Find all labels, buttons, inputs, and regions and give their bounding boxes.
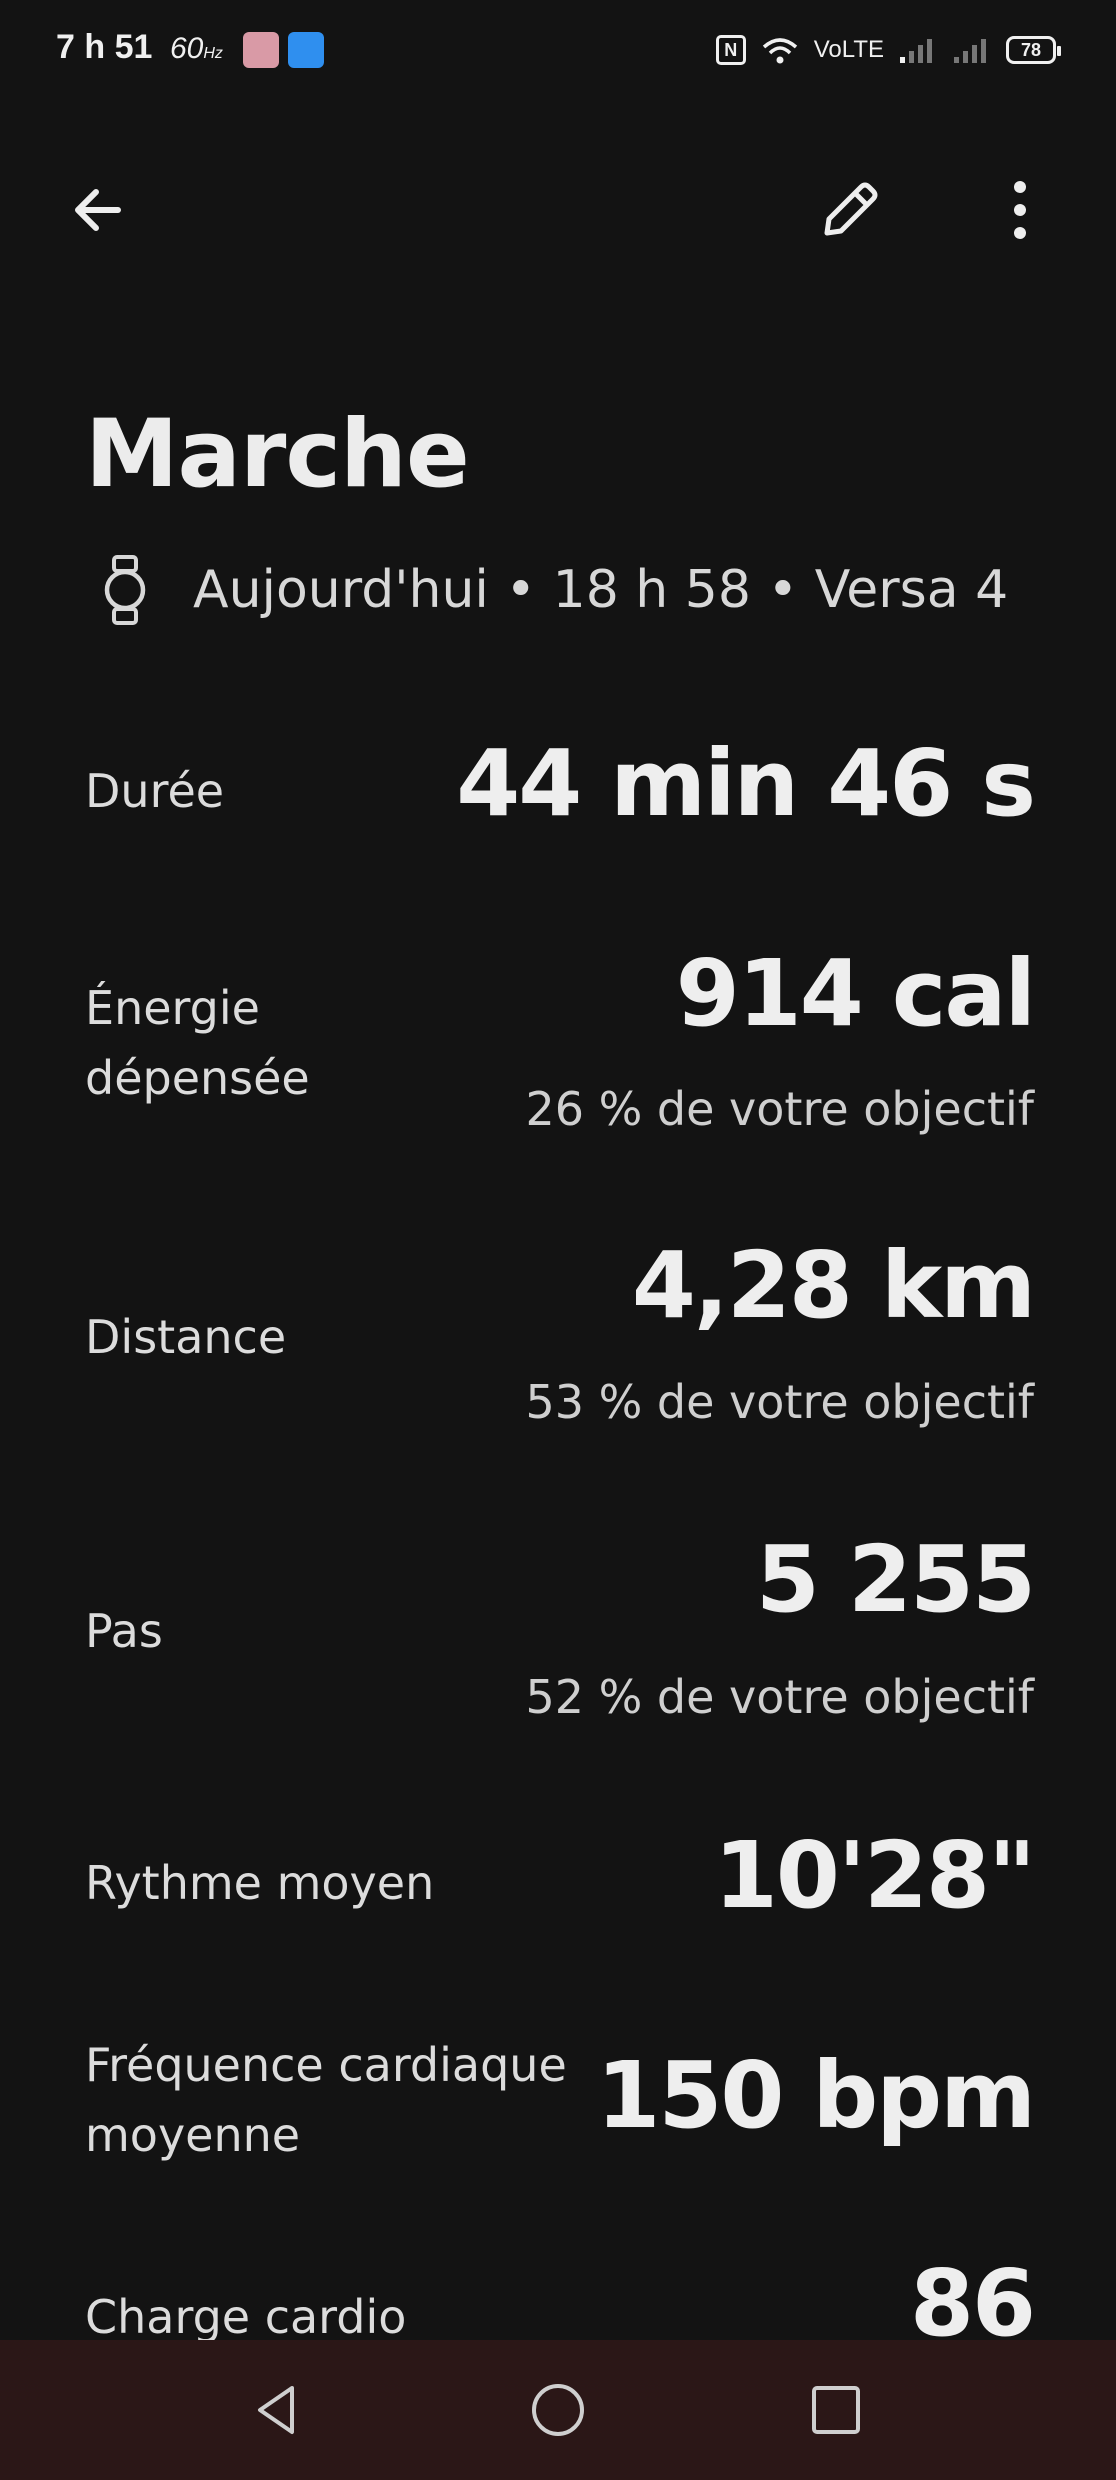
nav-home-button[interactable]: [518, 2370, 598, 2450]
more-options-button[interactable]: [972, 162, 1068, 258]
heart-rate-label: Fréquence cardiaque moyenne: [85, 2038, 567, 2162]
activity-subtitle: Aujourd'hui • 18 h 58 • Versa 4: [95, 555, 1008, 625]
notification-app-icon: [288, 32, 324, 68]
volte-indicator: VoLTE: [813, 36, 884, 63]
heart-rate-value: 150 bpm: [596, 2042, 1036, 2149]
distance-value: 4,28 km: [631, 1232, 1036, 1339]
watch-icon: [95, 555, 155, 625]
pace-label: Rythme moyen: [85, 1856, 435, 1910]
nfc-icon: N: [715, 35, 746, 65]
nav-back-button[interactable]: [236, 2370, 316, 2450]
status-time: 7 h 51: [56, 28, 153, 66]
energy-goal-percent: 26 % de votre objectif: [525, 1082, 1034, 1136]
nav-recents-button[interactable]: [796, 2370, 876, 2450]
square-recents-icon: [812, 2386, 860, 2434]
system-nav-bar: [0, 2340, 1116, 2480]
pace-value: 10'28": [713, 1822, 1036, 1929]
steps-goal-percent: 52 % de votre objectif: [525, 1670, 1034, 1724]
page-title: Marche: [85, 400, 470, 509]
signal-icon-secondary: [954, 39, 986, 63]
steps-label: Pas: [85, 1604, 163, 1658]
circle-home-icon: [532, 2384, 584, 2436]
battery-icon: 78: [1006, 36, 1061, 64]
notification-app-icon: [243, 32, 279, 68]
activity-meta: Aujourd'hui • 18 h 58 • Versa 4: [193, 560, 1009, 620]
back-arrow-icon: [75, 189, 121, 231]
more-vert-icon: [1014, 181, 1026, 239]
wifi-icon: [762, 38, 797, 64]
app-bar: [0, 150, 1116, 270]
steps-value: 5 255: [755, 1526, 1036, 1633]
triangle-back-icon: [258, 2386, 294, 2434]
edit-button[interactable]: [802, 162, 898, 258]
distance-label: Distance: [85, 1310, 287, 1364]
status-icons: N VoLTE 78: [715, 30, 1061, 70]
status-bar: 7 h 51 60Hz N VoLTE 78: [0, 0, 1116, 100]
back-button[interactable]: [50, 162, 146, 258]
energy-value: 914 cal: [675, 940, 1036, 1047]
duration-value: 44 min 46 s: [456, 730, 1036, 837]
pencil-icon: [824, 182, 878, 236]
distance-goal-percent: 53 % de votre objectif: [525, 1375, 1034, 1429]
refresh-rate: 60Hz: [170, 32, 223, 65]
signal-icon: [900, 39, 932, 63]
